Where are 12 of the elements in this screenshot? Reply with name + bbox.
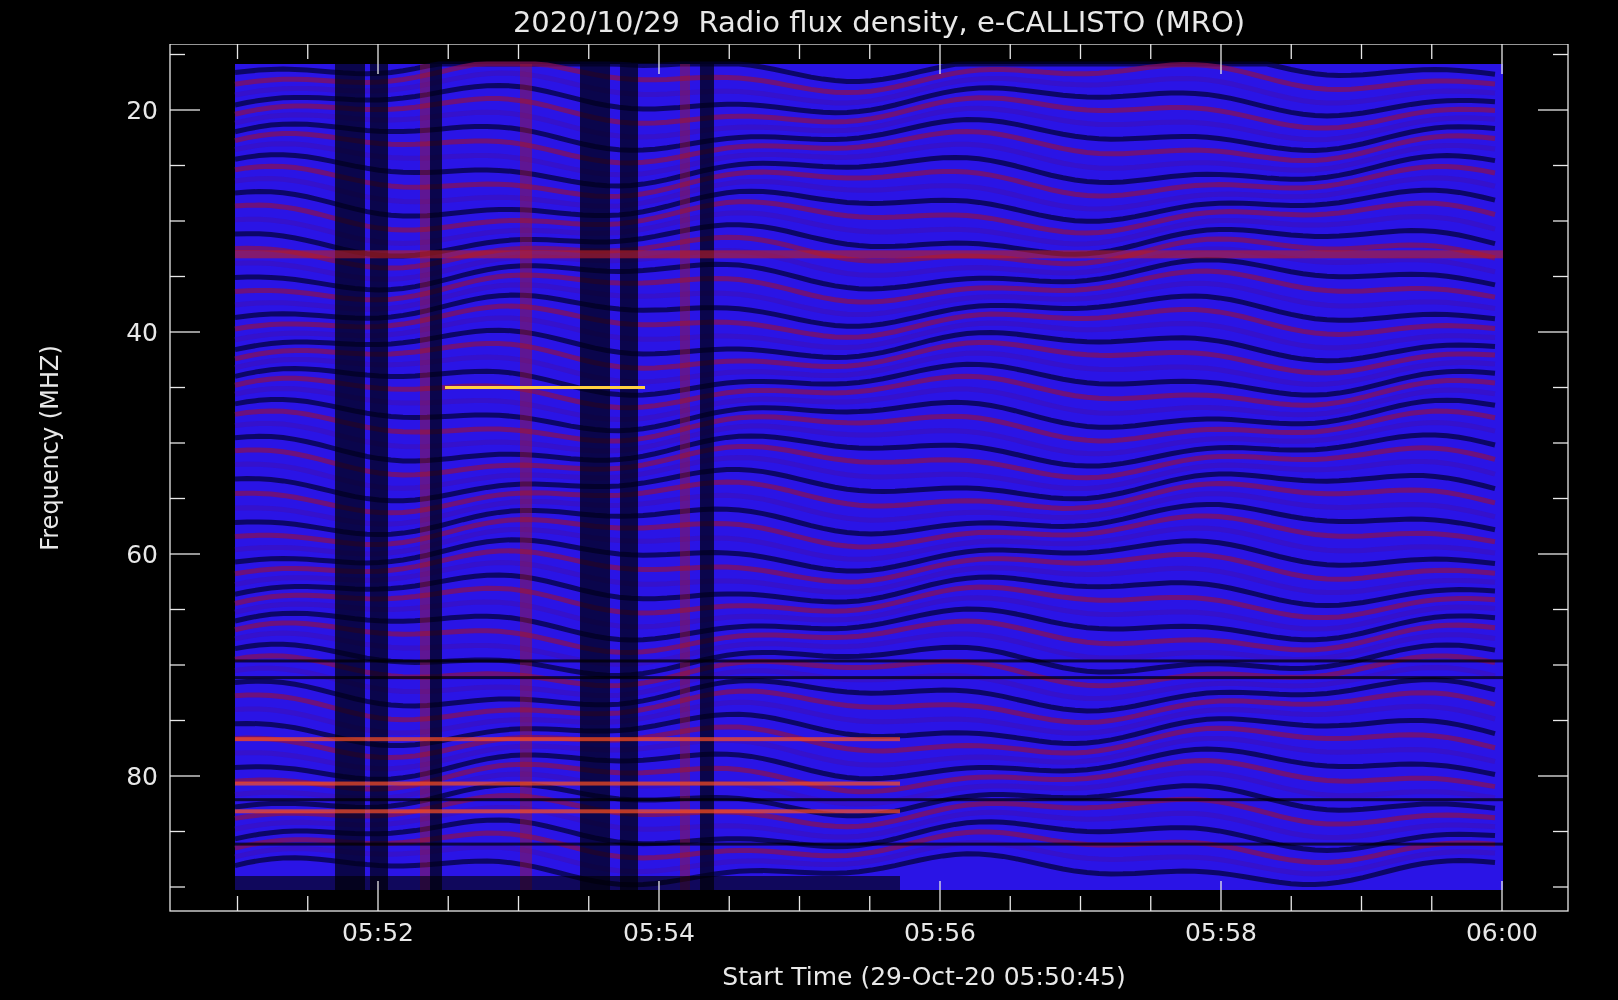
- x-tick-label: 05:54: [623, 918, 695, 947]
- x-axis-label: Start Time (29-Oct-20 05:50:45): [722, 962, 1126, 991]
- x-tick-label: 05:52: [342, 918, 414, 947]
- x-tick-label: 05:58: [1185, 918, 1257, 947]
- x-tick-label: 06:00: [1466, 918, 1538, 947]
- y-axis-label: Frequency (MHZ): [36, 345, 64, 551]
- y-tick-label: 40: [126, 318, 158, 347]
- y-tick-label: 80: [126, 762, 158, 791]
- y-tick-label: 20: [126, 96, 158, 125]
- chart-title: 2020/10/29 Radio flux density, e-CALLISTO (MRO): [512, 5, 1246, 39]
- x-tick-label: 05:56: [904, 918, 976, 947]
- y-tick-label: 60: [126, 540, 158, 569]
